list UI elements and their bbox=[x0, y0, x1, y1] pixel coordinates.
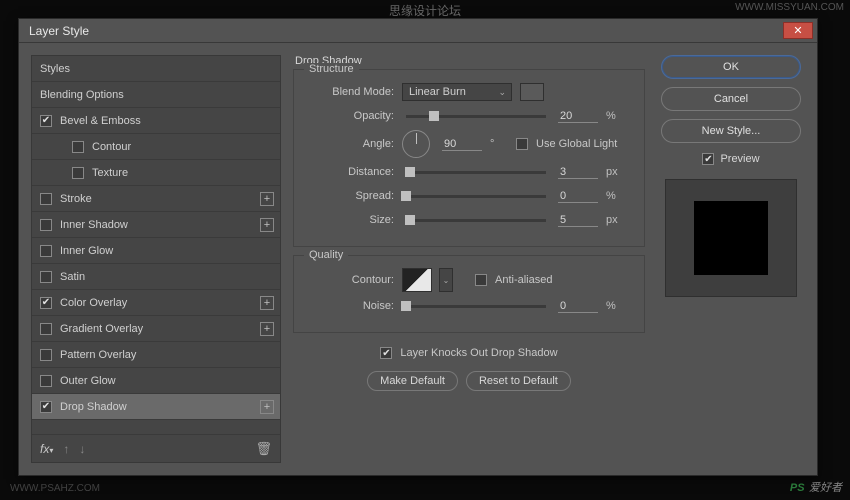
watermark-bottom-right: PS 爱好者 bbox=[790, 478, 842, 496]
dialog-title: Layer Style bbox=[29, 24, 783, 38]
angle-label: Angle: bbox=[308, 138, 394, 150]
checkbox-icon[interactable] bbox=[40, 193, 52, 205]
plus-icon[interactable]: + bbox=[260, 296, 274, 310]
sidebar-item-gradient-overlay[interactable]: Gradient Overlay+ bbox=[32, 316, 280, 342]
contour-picker[interactable] bbox=[402, 268, 432, 292]
watermark-bottom-left: WWW.PSAHZ.COM bbox=[10, 483, 100, 494]
checkbox-icon[interactable] bbox=[72, 141, 84, 153]
antialiased-checkbox[interactable] bbox=[475, 274, 487, 286]
knockout-label: Layer Knocks Out Drop Shadow bbox=[400, 347, 557, 359]
opacity-unit: % bbox=[606, 110, 624, 122]
right-panel: OK Cancel New Style... Preview bbox=[657, 55, 805, 463]
ok-button[interactable]: OK bbox=[661, 55, 801, 79]
checkbox-icon[interactable] bbox=[40, 245, 52, 257]
settings-panel: Drop Shadow Structure Blend Mode: Linear… bbox=[293, 55, 645, 463]
layer-style-dialog: Layer Style ✕ Styles Blending Options Be… bbox=[18, 18, 818, 476]
sidebar-item-drop-shadow[interactable]: Drop Shadow+ bbox=[32, 394, 280, 420]
noise-slider[interactable] bbox=[406, 305, 546, 308]
watermark-top-right: WWW.MISSYUAN.COM bbox=[735, 2, 844, 13]
titlebar: Layer Style ✕ bbox=[19, 19, 817, 43]
spread-slider[interactable] bbox=[406, 195, 546, 198]
quality-group: Quality Contour: ⌄ Anti-aliased Noise: 0… bbox=[293, 255, 645, 333]
angle-dial[interactable] bbox=[402, 130, 430, 158]
distance-slider[interactable] bbox=[406, 171, 546, 174]
angle-unit: ° bbox=[490, 138, 508, 150]
close-button[interactable]: ✕ bbox=[783, 22, 813, 39]
plus-icon[interactable]: + bbox=[260, 400, 274, 414]
shadow-color-swatch[interactable] bbox=[520, 83, 544, 101]
preview-box bbox=[665, 179, 797, 297]
distance-label: Distance: bbox=[308, 166, 394, 178]
spread-label: Spread: bbox=[308, 190, 394, 202]
blend-mode-label: Blend Mode: bbox=[308, 86, 394, 98]
sidebar-footer: fx▾ ↑ ↓ 🗑 bbox=[32, 434, 280, 462]
distance-value[interactable]: 3 bbox=[558, 166, 598, 179]
plus-icon[interactable]: + bbox=[260, 322, 274, 336]
trash-icon[interactable]: 🗑 bbox=[255, 441, 272, 457]
fx-menu-icon[interactable]: fx▾ bbox=[40, 442, 53, 456]
sidebar-item-color-overlay[interactable]: Color Overlay+ bbox=[32, 290, 280, 316]
preview-swatch bbox=[694, 201, 768, 275]
plus-icon[interactable]: + bbox=[260, 192, 274, 206]
sidebar-item-inner-glow[interactable]: Inner Glow bbox=[32, 238, 280, 264]
checkbox-icon[interactable] bbox=[40, 271, 52, 283]
preview-label: Preview bbox=[720, 153, 759, 165]
checkbox-icon[interactable] bbox=[40, 323, 52, 335]
sidebar-item-blending-options[interactable]: Blending Options bbox=[32, 82, 280, 108]
sidebar-item-inner-shadow[interactable]: Inner Shadow+ bbox=[32, 212, 280, 238]
sidebar-item-satin[interactable]: Satin bbox=[32, 264, 280, 290]
sidebar-item-stroke[interactable]: Stroke+ bbox=[32, 186, 280, 212]
global-light-label: Use Global Light bbox=[536, 138, 617, 150]
effects-sidebar: Styles Blending Options Bevel & Emboss C… bbox=[31, 55, 281, 463]
global-light-checkbox[interactable] bbox=[516, 138, 528, 150]
quality-title: Quality bbox=[304, 249, 348, 261]
checkbox-icon[interactable] bbox=[40, 115, 52, 127]
opacity-slider[interactable] bbox=[406, 115, 546, 118]
sidebar-item-texture[interactable]: Texture bbox=[32, 160, 280, 186]
size-value[interactable]: 5 bbox=[558, 214, 598, 227]
opacity-label: Opacity: bbox=[308, 110, 394, 122]
structure-group: Structure Blend Mode: Linear Burn⌄ Opaci… bbox=[293, 69, 645, 247]
spread-value[interactable]: 0 bbox=[558, 190, 598, 203]
antialiased-label: Anti-aliased bbox=[495, 274, 552, 286]
sidebar-item-styles[interactable]: Styles bbox=[32, 56, 280, 82]
structure-title: Structure bbox=[304, 63, 359, 75]
contour-label: Contour: bbox=[308, 274, 394, 286]
plus-icon[interactable]: + bbox=[260, 218, 274, 232]
watermark-top: 思缘设计论坛 bbox=[389, 2, 461, 19]
angle-value[interactable]: 90 bbox=[442, 138, 482, 151]
close-icon: ✕ bbox=[793, 24, 802, 37]
knockout-checkbox[interactable] bbox=[380, 347, 392, 359]
checkbox-icon[interactable] bbox=[40, 401, 52, 413]
sidebar-item-contour[interactable]: Contour bbox=[32, 134, 280, 160]
sidebar-item-bevel-emboss[interactable]: Bevel & Emboss bbox=[32, 108, 280, 134]
checkbox-icon[interactable] bbox=[40, 219, 52, 231]
cancel-button[interactable]: Cancel bbox=[661, 87, 801, 111]
make-default-button[interactable]: Make Default bbox=[367, 371, 458, 391]
opacity-value[interactable]: 20 bbox=[558, 110, 598, 123]
distance-unit: px bbox=[606, 166, 624, 178]
reset-default-button[interactable]: Reset to Default bbox=[466, 371, 571, 391]
size-unit: px bbox=[606, 214, 624, 226]
preview-checkbox[interactable] bbox=[702, 153, 714, 165]
noise-unit: % bbox=[606, 300, 624, 312]
arrow-down-icon[interactable]: ↓ bbox=[79, 442, 85, 456]
size-slider[interactable] bbox=[406, 219, 546, 222]
arrow-up-icon[interactable]: ↑ bbox=[63, 442, 69, 456]
noise-label: Noise: bbox=[308, 300, 394, 312]
checkbox-icon[interactable] bbox=[40, 297, 52, 309]
blend-mode-select[interactable]: Linear Burn⌄ bbox=[402, 83, 512, 101]
checkbox-icon[interactable] bbox=[72, 167, 84, 179]
new-style-button[interactable]: New Style... bbox=[661, 119, 801, 143]
checkbox-icon[interactable] bbox=[40, 375, 52, 387]
sidebar-item-pattern-overlay[interactable]: Pattern Overlay bbox=[32, 342, 280, 368]
sidebar-item-outer-glow[interactable]: Outer Glow bbox=[32, 368, 280, 394]
chevron-down-icon[interactable]: ⌄ bbox=[439, 268, 453, 292]
size-label: Size: bbox=[308, 214, 394, 226]
spread-unit: % bbox=[606, 190, 624, 202]
checkbox-icon[interactable] bbox=[40, 349, 52, 361]
chevron-down-icon: ⌄ bbox=[498, 87, 506, 98]
noise-value[interactable]: 0 bbox=[558, 300, 598, 313]
